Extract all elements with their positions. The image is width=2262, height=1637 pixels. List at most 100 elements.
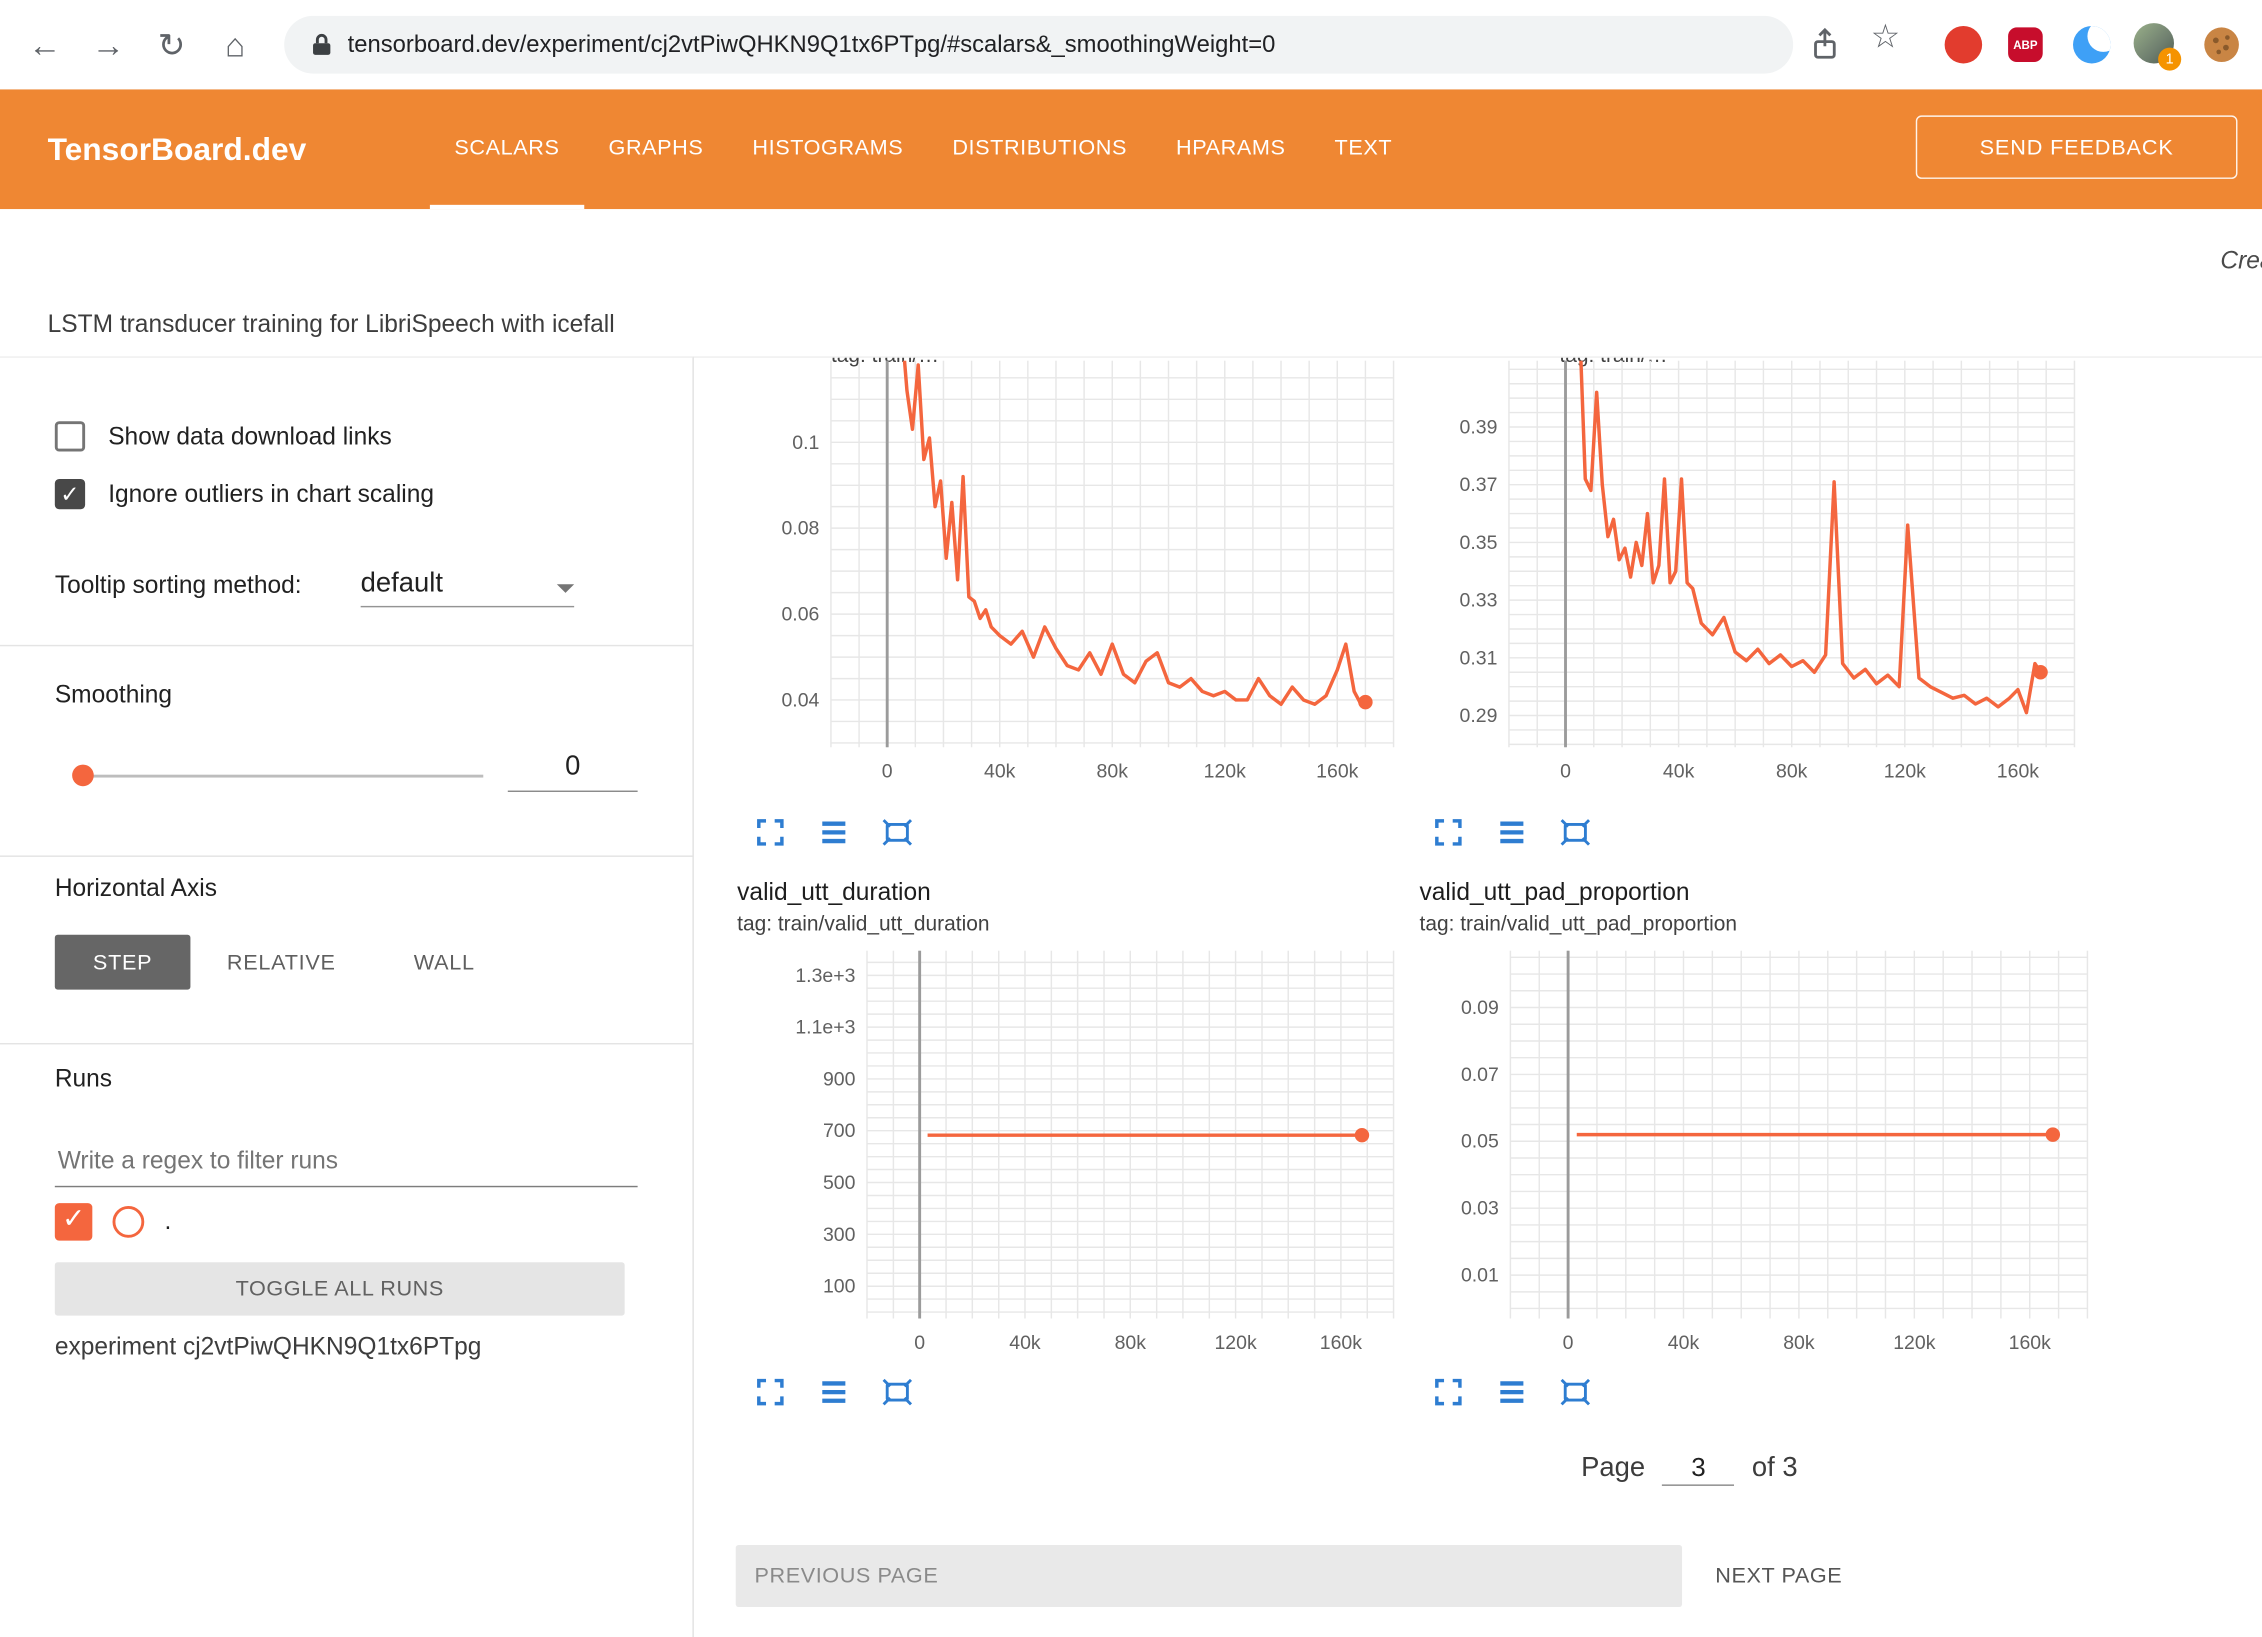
svg-text:160k: 160k [1997, 761, 2039, 783]
refresh-icon[interactable]: ↻ [147, 0, 196, 89]
tab-distributions[interactable]: DISTRIBUTIONS [928, 89, 1152, 209]
run-color-icon[interactable] [113, 1206, 145, 1238]
svg-text:120k: 120k [1214, 1332, 1256, 1354]
svg-text:0.39: 0.39 [1460, 417, 1498, 439]
axis-step-button[interactable]: STEP [55, 935, 191, 990]
sidebar-divider [0, 1043, 692, 1044]
chart-3-header: valid_utt_duration tag: train/valid_utt_… [737, 879, 989, 937]
abp-extension-icon[interactable]: ABP [2008, 27, 2043, 62]
run-name-label: . [164, 1207, 171, 1236]
fit-domain-icon[interactable] [881, 1376, 913, 1408]
chart-tag: tag: train/valid_utt_pad_proportion [1420, 913, 1737, 936]
experiment-id-label: experiment cj2vtPiwQHKN9Q1tx6PTpg [55, 1333, 482, 1362]
lock-icon[interactable] [310, 32, 333, 58]
profile-avatar[interactable]: 1 [2134, 23, 2177, 66]
chart-tag: tag: train/valid_utt_duration [737, 913, 989, 936]
ignore-outliers-label: Ignore outliers in chart scaling [108, 480, 434, 509]
sidebar-divider [0, 645, 692, 646]
svg-text:1.1e+3: 1.1e+3 [795, 1017, 855, 1039]
svg-text:0.03: 0.03 [1461, 1198, 1499, 1220]
chart-plot-4[interactable]: 0.010.030.050.070.09040k80k120k160k [1438, 951, 2096, 1365]
experiment-description: LSTM transducer training for LibriSpeech… [48, 310, 615, 339]
ignore-outliers-row: Ignore outliers in chart scaling [55, 479, 434, 509]
fit-domain-icon[interactable] [1559, 1376, 1591, 1408]
share-icon[interactable] [1806, 26, 1844, 71]
app-header: TensorBoard.dev SCALARS GRAPHS HISTOGRAM… [0, 89, 2262, 209]
smoothing-slider[interactable] [75, 775, 483, 778]
truncated-created-text: Crea [2220, 247, 2262, 276]
svg-text:120k: 120k [1204, 761, 1246, 783]
url-bar[interactable]: tensorboard.dev/experiment/cj2vtPiwQHKN9… [284, 16, 1793, 74]
expand-chart-icon[interactable] [754, 1376, 786, 1408]
tooltip-sorting-value: default [361, 568, 443, 606]
svg-text:900: 900 [823, 1068, 856, 1090]
page-label: Page [1581, 1453, 1645, 1485]
svg-text:0.35: 0.35 [1460, 532, 1498, 554]
smoothing-value-input[interactable] [508, 744, 638, 792]
ignore-outliers-checkbox[interactable] [55, 479, 85, 509]
svg-text:40k: 40k [1009, 1332, 1041, 1354]
svg-text:100: 100 [823, 1276, 856, 1298]
show-download-checkbox[interactable] [55, 421, 85, 451]
show-download-label: Show data download links [108, 422, 392, 451]
home-icon[interactable]: ⌂ [211, 0, 260, 89]
svg-text:40k: 40k [1668, 1332, 1700, 1354]
blue-extension-icon[interactable] [2073, 26, 2111, 64]
cookie-extension-icon[interactable] [2201, 25, 2241, 73]
axis-relative-button[interactable]: RELATIVE [206, 935, 356, 990]
app-logo[interactable]: TensorBoard.dev [48, 89, 307, 209]
tab-histograms[interactable]: HISTOGRAMS [728, 89, 928, 209]
charts-main-area: tag: train/… tag: train/… 0.040.060.080.… [694, 356, 2262, 1637]
expand-chart-icon[interactable] [1433, 817, 1465, 849]
runs-list-icon[interactable] [818, 817, 850, 849]
back-icon[interactable]: ← [20, 0, 69, 89]
expand-chart-icon[interactable] [754, 817, 786, 849]
svg-text:0: 0 [1560, 761, 1571, 783]
star-icon[interactable]: ☆ [1861, 0, 1910, 81]
tooltip-sorting-label: Tooltip sorting method: [55, 571, 302, 600]
run-item-row: . [55, 1203, 171, 1241]
chevron-down-icon [557, 584, 574, 593]
adblock-extension-icon[interactable] [1945, 26, 1983, 64]
expand-chart-icon[interactable] [1433, 1376, 1465, 1408]
chart-plot-2[interactable]: 0.290.310.330.350.370.39040k80k120k160k [1437, 361, 2083, 794]
toggle-all-runs-button[interactable]: TOGGLE ALL RUNS [55, 1262, 625, 1315]
fit-domain-icon[interactable] [1559, 817, 1591, 849]
chart-plot-3[interactable]: 1003005007009001.1e+31.3e+3040k80k120k16… [795, 951, 1402, 1365]
send-feedback-button[interactable]: SEND FEEDBACK [1916, 115, 2238, 178]
svg-text:0.01: 0.01 [1461, 1265, 1499, 1287]
chart-title: valid_utt_pad_proportion [1420, 879, 1737, 908]
svg-text:40k: 40k [984, 761, 1016, 783]
fit-domain-icon[interactable] [881, 817, 913, 849]
forward-icon[interactable]: → [84, 0, 133, 89]
smoothing-slider-thumb[interactable] [72, 765, 94, 787]
svg-text:40k: 40k [1663, 761, 1695, 783]
show-download-row: Show data download links [55, 421, 392, 451]
runs-list-icon[interactable] [1496, 817, 1528, 849]
horizontal-axis-label: Horizontal Axis [55, 874, 217, 903]
axis-wall-button[interactable]: WALL [387, 935, 502, 990]
horizontal-axis-row: Horizontal Axis [55, 874, 217, 903]
tab-text[interactable]: TEXT [1310, 89, 1417, 209]
header-tabs: SCALARS GRAPHS HISTOGRAMS DISTRIBUTIONS … [430, 89, 1417, 209]
run-checkbox[interactable] [55, 1203, 93, 1241]
tab-scalars[interactable]: SCALARS [430, 89, 584, 209]
tab-graphs[interactable]: GRAPHS [584, 89, 728, 209]
pagination: Page of 3 [1581, 1451, 1798, 1486]
chart-3-toolbar [754, 1376, 913, 1408]
svg-text:0.31: 0.31 [1460, 647, 1498, 669]
page-number-input[interactable] [1662, 1451, 1734, 1486]
next-page-button[interactable]: NEXT PAGE [1715, 1545, 1842, 1607]
chart-plot-1[interactable]: 0.040.060.080.1040k80k120k160k [759, 361, 1402, 794]
chart-1-toolbar [754, 817, 913, 849]
runs-filter-input[interactable] [55, 1137, 638, 1187]
chart-2-toolbar [1433, 817, 1592, 849]
svg-text:500: 500 [823, 1172, 856, 1194]
runs-list-icon[interactable] [818, 1376, 850, 1408]
runs-list-icon[interactable] [1496, 1376, 1528, 1408]
tab-hparams[interactable]: HPARAMS [1151, 89, 1310, 209]
url-text[interactable]: tensorboard.dev/experiment/cj2vtPiwQHKN9… [348, 31, 1276, 58]
previous-page-button[interactable]: PREVIOUS PAGE [736, 1545, 1682, 1607]
svg-text:0: 0 [914, 1332, 925, 1354]
tooltip-sorting-dropdown[interactable]: default [361, 560, 575, 608]
